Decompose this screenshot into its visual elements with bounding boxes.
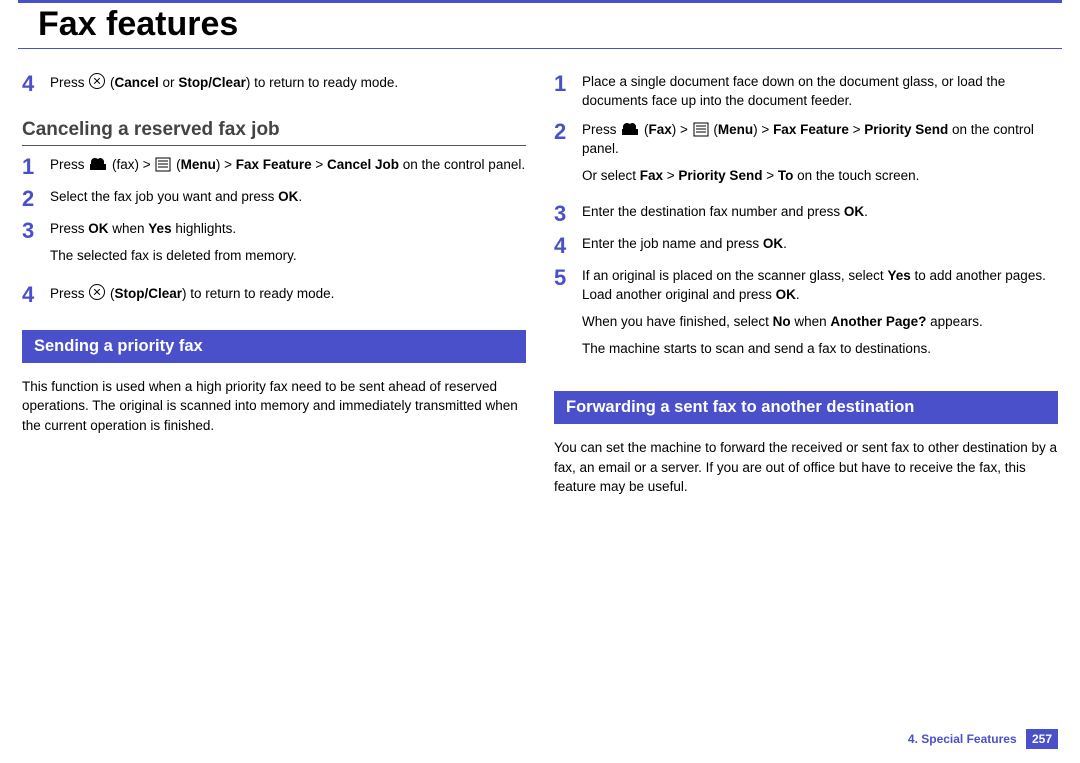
step-number: 4 — [22, 73, 50, 95]
step-number: 1 — [554, 73, 582, 95]
fax-icon — [621, 122, 639, 137]
step-number: 4 — [22, 284, 50, 306]
step-number: 4 — [554, 235, 582, 257]
step-number: 2 — [554, 121, 582, 143]
step-item: 4 Enter the job name and press OK. — [554, 235, 1058, 257]
step-text: Press (fax) > (Menu) > Fax Feature > Can… — [50, 156, 526, 175]
forwarding-intro-text: You can set the machine to forward the r… — [554, 438, 1058, 497]
cancel-steps: 1 Press (fax) > (Menu) > Fax Feature > C… — [22, 156, 526, 306]
step-text: Enter the job name and press OK. — [582, 235, 1058, 254]
section-bar-priority: Sending a priority fax — [22, 330, 526, 363]
title-bar: Fax features — [18, 0, 1062, 49]
manual-page: Fax features 4 Press (Cancel or Stop/Cle… — [0, 0, 1080, 763]
step-item: 1 Place a single document face down on t… — [554, 73, 1058, 111]
step-number: 5 — [554, 267, 582, 289]
step-item: 5 If an original is placed on the scanne… — [554, 267, 1058, 367]
priority-intro-text: This function is used when a high priori… — [22, 377, 526, 436]
step-text: Press (Cancel or Stop/Clear) to return t… — [50, 73, 526, 93]
step-number: 1 — [22, 156, 50, 178]
menu-icon — [155, 157, 171, 172]
step-item: 4 Press (Stop/Clear) to return to ready … — [22, 284, 526, 306]
step-text: Press (Stop/Clear) to return to ready mo… — [50, 284, 526, 304]
step-text: Press OK when Yes highlights.The selecte… — [50, 220, 526, 274]
step-text: Place a single document face down on the… — [582, 73, 1058, 111]
cancel-icon — [89, 73, 105, 89]
page-title: Fax features — [38, 5, 1062, 44]
step-item: 2 Press (Fax) > (Menu) > Fax Feature > P… — [554, 121, 1058, 194]
footer-chapter: 4. Special Features — [908, 732, 1017, 746]
step-item: 2 Select the fax job you want and press … — [22, 188, 526, 210]
step-item: 3 Press OK when Yes highlights.The selec… — [22, 220, 526, 274]
left-column: 4 Press (Cancel or Stop/Clear) to return… — [22, 67, 526, 507]
footer-page-number: 257 — [1026, 729, 1058, 749]
page-footer: 4. Special Features 257 — [908, 729, 1058, 749]
fax-icon — [89, 157, 107, 172]
step-number: 3 — [554, 203, 582, 225]
priority-steps: 1 Place a single document face down on t… — [554, 73, 1058, 367]
content-columns: 4 Press (Cancel or Stop/Clear) to return… — [0, 67, 1080, 507]
step-text: Select the fax job you want and press OK… — [50, 188, 526, 207]
section-bar-forwarding: Forwarding a sent fax to another destina… — [554, 391, 1058, 424]
right-column: 1 Place a single document face down on t… — [554, 67, 1058, 507]
step-item: 4 Press (Cancel or Stop/Clear) to return… — [22, 73, 526, 95]
menu-icon — [693, 122, 709, 137]
step-number: 2 — [22, 188, 50, 210]
divider — [22, 145, 526, 146]
step-text: If an original is placed on the scanner … — [582, 267, 1058, 367]
step-item: 1 Press (fax) > (Menu) > Fax Feature > C… — [22, 156, 526, 178]
step-text: Press (Fax) > (Menu) > Fax Feature > Pri… — [582, 121, 1058, 194]
stop-clear-icon — [89, 284, 105, 300]
sub-heading-cancel: Canceling a reserved fax job — [22, 119, 526, 141]
step-text: Enter the destination fax number and pre… — [582, 203, 1058, 222]
step-number: 3 — [22, 220, 50, 242]
step-item: 3 Enter the destination fax number and p… — [554, 203, 1058, 225]
